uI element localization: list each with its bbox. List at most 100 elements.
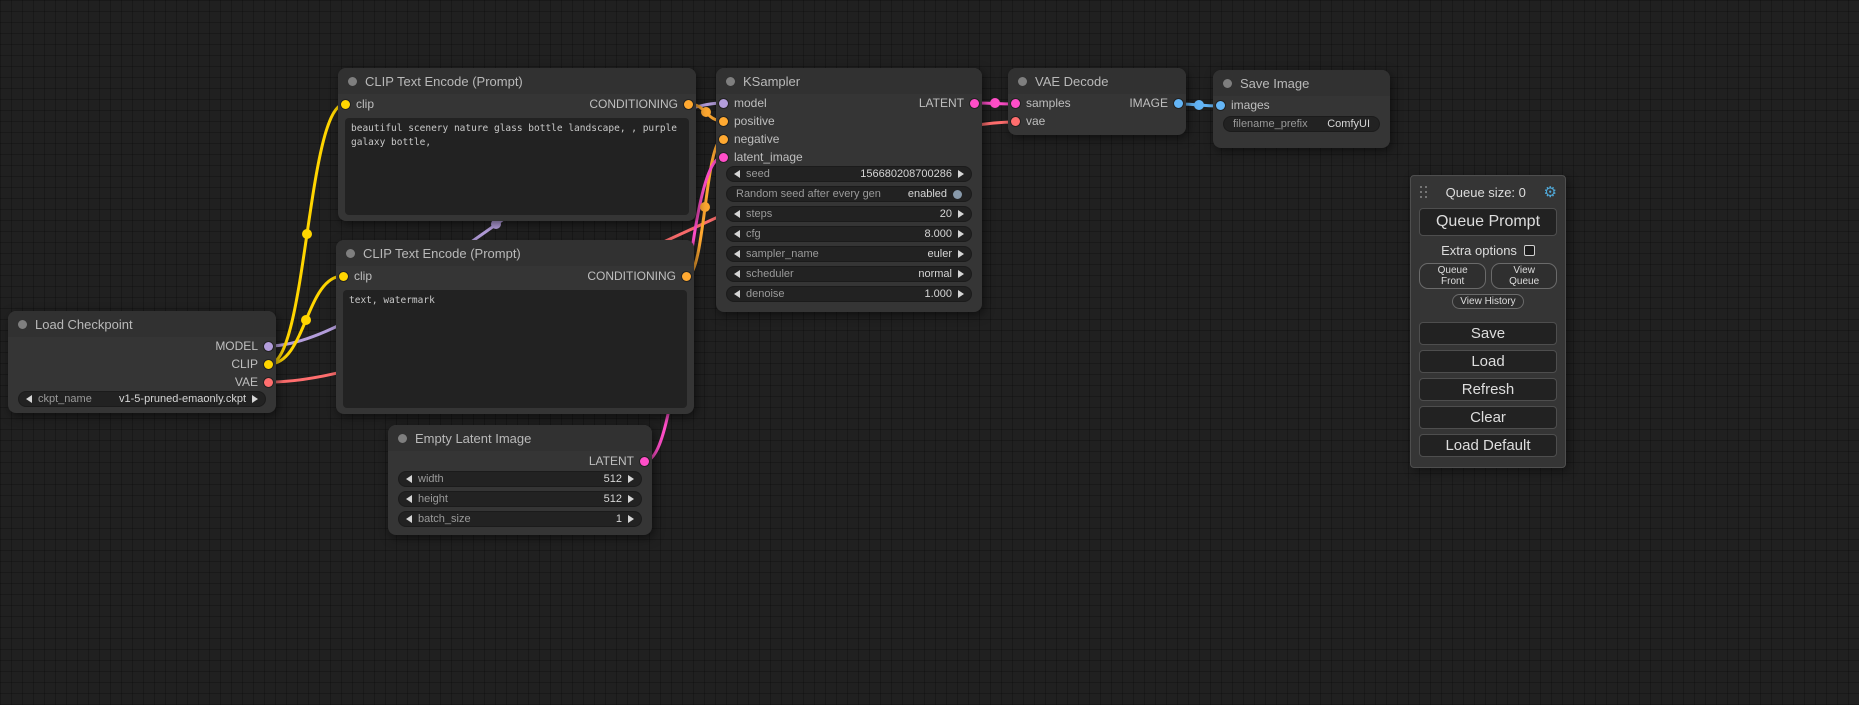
batch-size-widget[interactable]: batch_size 1 — [398, 511, 642, 527]
decrement-arrow-icon[interactable] — [734, 170, 740, 178]
negative-prompt-textarea[interactable]: text, watermark — [343, 290, 687, 408]
clip-input-label: clip — [354, 269, 372, 283]
decrement-arrow-icon[interactable] — [734, 210, 740, 218]
height-widget[interactable]: height 512 — [398, 491, 642, 507]
samples-input-slot[interactable] — [1011, 99, 1020, 108]
clip-positive-title-bar[interactable]: CLIP Text Encode (Prompt) — [338, 68, 696, 94]
clip-input-slot[interactable] — [339, 272, 348, 281]
comfy-menu-panel: Queue size: 0 ⚙ Queue Prompt Extra optio… — [1410, 175, 1566, 468]
node-ksampler[interactable]: KSampler model LATENT positive negative … — [716, 68, 982, 312]
widget-label: steps — [746, 208, 772, 220]
widget-label: denoise — [746, 288, 785, 300]
ksampler-title-bar[interactable]: KSampler — [716, 68, 982, 94]
save-button[interactable]: Save — [1419, 322, 1557, 345]
collapse-dot-icon[interactable] — [18, 320, 27, 329]
vae-input-slot[interactable] — [1011, 117, 1020, 126]
view-history-button[interactable]: View History — [1452, 294, 1523, 309]
seed-widget[interactable]: seed 156680208700286 — [726, 166, 972, 182]
vae-decode-title-bar[interactable]: VAE Decode — [1008, 68, 1186, 94]
increment-arrow-icon[interactable] — [628, 495, 634, 503]
load-button[interactable]: Load — [1419, 350, 1557, 373]
queue-prompt-button[interactable]: Queue Prompt — [1419, 208, 1557, 236]
clip-input-slot[interactable] — [341, 100, 350, 109]
latent-output-slot[interactable] — [970, 99, 979, 108]
widget-value: euler — [928, 248, 952, 260]
increment-arrow-icon[interactable] — [958, 290, 964, 298]
conditioning-output-label: CONDITIONING — [589, 97, 678, 111]
increment-arrow-icon[interactable] — [958, 210, 964, 218]
node-load-checkpoint[interactable]: Load Checkpoint MODEL CLIP VAE ckpt_name… — [8, 311, 276, 413]
collapse-dot-icon[interactable] — [1018, 77, 1027, 86]
conditioning-output-slot[interactable] — [682, 272, 691, 281]
clear-button[interactable]: Clear — [1419, 406, 1557, 429]
filename-prefix-widget[interactable]: filename_prefix ComfyUI — [1223, 116, 1380, 132]
node-save-image[interactable]: Save Image images filename_prefix ComfyU… — [1213, 70, 1390, 148]
clip-negative-title-bar[interactable]: CLIP Text Encode (Prompt) — [336, 240, 694, 266]
decrement-arrow-icon[interactable] — [734, 250, 740, 258]
conditioning-output-slot[interactable] — [684, 100, 693, 109]
collapse-dot-icon[interactable] — [348, 77, 357, 86]
decrement-arrow-icon[interactable] — [734, 270, 740, 278]
decrement-arrow-icon[interactable] — [734, 230, 740, 238]
node-clip-text-encode-negative[interactable]: CLIP Text Encode (Prompt) clip CONDITION… — [336, 240, 694, 414]
model-input-slot[interactable] — [719, 99, 728, 108]
decrement-arrow-icon[interactable] — [406, 515, 412, 523]
increment-arrow-icon[interactable] — [252, 395, 258, 403]
widget-label: scheduler — [746, 268, 794, 280]
decrement-arrow-icon[interactable] — [406, 495, 412, 503]
collapse-dot-icon[interactable] — [398, 434, 407, 443]
load-default-button[interactable]: Load Default — [1419, 434, 1557, 457]
node-title: KSampler — [743, 74, 800, 89]
scheduler-widget[interactable]: scheduler normal — [726, 266, 972, 282]
wire-clip-negative-midpoint-dot — [301, 315, 311, 325]
negative-input-slot[interactable] — [719, 135, 728, 144]
save-image-title-bar[interactable]: Save Image — [1213, 70, 1390, 96]
decrement-arrow-icon[interactable] — [26, 395, 32, 403]
increment-arrow-icon[interactable] — [628, 475, 634, 483]
clip-output-slot[interactable] — [264, 360, 273, 369]
node-graph-canvas[interactable]: Load Checkpoint MODEL CLIP VAE ckpt_name… — [0, 0, 1859, 705]
vae-output-slot[interactable] — [264, 378, 273, 387]
denoise-widget[interactable]: denoise 1.000 — [726, 286, 972, 302]
increment-arrow-icon[interactable] — [958, 170, 964, 178]
view-queue-button[interactable]: View Queue — [1491, 263, 1557, 289]
drag-handle-icon[interactable] — [1419, 186, 1428, 199]
node-empty-latent-image[interactable]: Empty Latent Image LATENT width 512 heig… — [388, 425, 652, 535]
refresh-button[interactable]: Refresh — [1419, 378, 1557, 401]
image-output-slot[interactable] — [1174, 99, 1183, 108]
collapse-dot-icon[interactable] — [346, 249, 355, 258]
load-checkpoint-title-bar[interactable]: Load Checkpoint — [8, 311, 276, 337]
settings-gear-icon[interactable]: ⚙ — [1544, 185, 1557, 200]
toggle-on-indicator-icon[interactable] — [953, 190, 962, 199]
queue-front-button[interactable]: Queue Front — [1419, 263, 1486, 289]
latent-output-slot[interactable] — [640, 457, 649, 466]
collapse-dot-icon[interactable] — [726, 77, 735, 86]
cfg-widget[interactable]: cfg 8.000 — [726, 226, 972, 242]
widget-value: 512 — [604, 493, 622, 505]
images-input-slot[interactable] — [1216, 101, 1225, 110]
node-vae-decode[interactable]: VAE Decode samples IMAGE vae — [1008, 68, 1186, 135]
vae-input-label: vae — [1026, 114, 1045, 128]
positive-input-slot[interactable] — [719, 117, 728, 126]
node-clip-text-encode-positive[interactable]: CLIP Text Encode (Prompt) clip CONDITION… — [338, 68, 696, 221]
widget-label: batch_size — [418, 513, 471, 525]
random-seed-toggle-widget[interactable]: Random seed after every gen enabled — [726, 186, 972, 202]
increment-arrow-icon[interactable] — [958, 250, 964, 258]
increment-arrow-icon[interactable] — [958, 270, 964, 278]
sampler-name-widget[interactable]: sampler_name euler — [726, 246, 972, 262]
latent-image-input-slot[interactable] — [719, 153, 728, 162]
increment-arrow-icon[interactable] — [958, 230, 964, 238]
increment-arrow-icon[interactable] — [628, 515, 634, 523]
model-output-slot[interactable] — [264, 342, 273, 351]
decrement-arrow-icon[interactable] — [406, 475, 412, 483]
empty-latent-title-bar[interactable]: Empty Latent Image — [388, 425, 652, 451]
steps-widget[interactable]: steps 20 — [726, 206, 972, 222]
widget-label: filename_prefix — [1233, 118, 1308, 130]
decrement-arrow-icon[interactable] — [734, 290, 740, 298]
positive-input-label: positive — [734, 114, 775, 128]
width-widget[interactable]: width 512 — [398, 471, 642, 487]
ckpt-name-widget[interactable]: ckpt_name v1-5-pruned-emaonly.ckpt — [18, 391, 266, 407]
extra-options-checkbox[interactable] — [1524, 245, 1535, 256]
positive-prompt-textarea[interactable]: beautiful scenery nature glass bottle la… — [345, 118, 689, 215]
collapse-dot-icon[interactable] — [1223, 79, 1232, 88]
